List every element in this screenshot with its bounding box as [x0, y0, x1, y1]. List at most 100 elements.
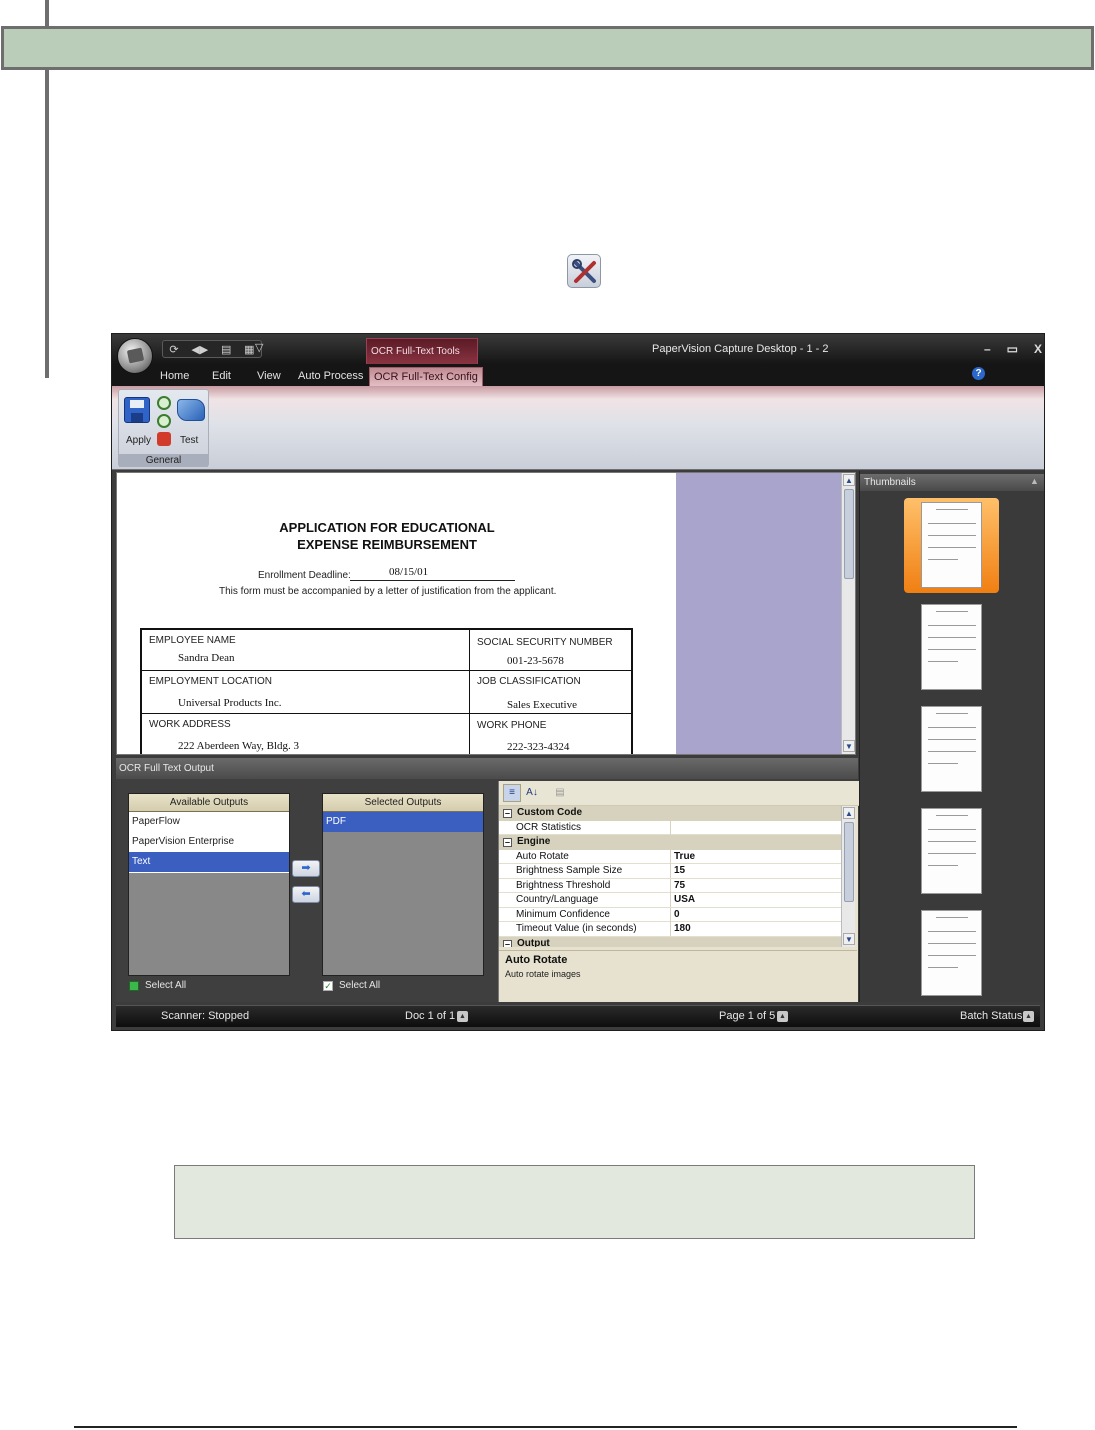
section-header-bar [1, 26, 1094, 70]
arrow-left-icon: ➡ [301, 888, 311, 900]
app-window: ⟳ ◀▶ ▤ ▦ ▽ OCR Full-Text Tools PaperVisi… [111, 333, 1045, 1031]
categorized-view-icon[interactable]: ≡ [503, 784, 521, 802]
thumbnail-page[interactable] [921, 706, 982, 792]
field-value: Sales Executive [507, 699, 577, 711]
zoom-in-icon[interactable] [157, 396, 171, 410]
property-value[interactable]: 0 [674, 909, 680, 920]
property-row[interactable]: Country/Language USA [499, 893, 841, 908]
minimize-icon[interactable]: – [984, 342, 991, 356]
property-key: Brightness Threshold [516, 879, 611, 891]
thumbnail-page[interactable] [921, 604, 982, 690]
property-value[interactable]: USA [674, 894, 695, 905]
property-value[interactable]: 180 [674, 923, 691, 934]
property-value[interactable]: 75 [674, 880, 685, 891]
tab-ocr-full-text-config[interactable]: OCR Full-Text Config [369, 367, 483, 386]
tab-auto-process[interactable]: Auto Process [298, 367, 363, 386]
description-title: Auto Rotate [505, 954, 568, 966]
help-icon[interactable]: ? [972, 367, 985, 380]
property-row[interactable]: Timeout Value (in seconds) 180 [499, 922, 841, 937]
property-grid-scrollbar[interactable]: ▲ ▼ [841, 806, 855, 947]
maximize-icon[interactable]: ▭ [1007, 342, 1018, 356]
ribbon-group-label: General [119, 454, 208, 467]
footer-rule [74, 1426, 1017, 1428]
thumbnail-page[interactable] [921, 502, 982, 588]
scrollbar-thumb[interactable] [844, 822, 854, 902]
field-label: JOB CLASSIFICATION [477, 676, 581, 687]
batch-status-icon[interactable]: ▲ [1023, 1011, 1034, 1022]
panel-collapse-icon[interactable]: ▲ [1030, 476, 1039, 486]
scroll-up-icon[interactable]: ▲ [843, 807, 855, 819]
property-value[interactable]: 15 [674, 865, 685, 876]
refresh-icon[interactable]: ⟳ [169, 343, 178, 356]
available-outputs-list[interactable]: Available Outputs PaperFlow PaperVision … [128, 793, 290, 976]
scrollbar-thumb[interactable] [844, 489, 854, 579]
window-title: PaperVision Capture Desktop - 1 - 2 [652, 343, 829, 355]
deadline-underline [350, 580, 515, 581]
property-row[interactable]: Brightness Threshold 75 [499, 878, 841, 893]
tab-view[interactable]: View [257, 367, 281, 386]
thumbnail-page[interactable] [921, 808, 982, 894]
property-description: Auto Rotate Auto rotate images [499, 950, 857, 1002]
tools-icon [567, 254, 601, 288]
list-item-selected[interactable]: Text [129, 852, 289, 872]
field-value: 222 Aberdeen Way, Bldg. 3 [178, 740, 300, 752]
selected-outputs-list[interactable]: Selected Outputs PDF [322, 793, 484, 976]
qat-dropdown-icon[interactable]: ▽ [255, 341, 263, 354]
page-nav-icon[interactable]: ▲ [777, 1011, 788, 1022]
selected-select-all-checkbox[interactable]: ✓ [323, 981, 333, 991]
scroll-down-icon[interactable]: ▼ [843, 740, 855, 752]
apply-button[interactable]: Apply [126, 435, 151, 446]
tab-edit[interactable]: Edit [212, 367, 231, 386]
doc-nav-icon[interactable]: ▲ [457, 1011, 468, 1022]
field-label: EMPLOYMENT LOCATION [149, 676, 272, 687]
nav-arrows-icon[interactable]: ◀▶ [191, 343, 208, 356]
available-select-all-checkbox[interactable] [129, 981, 139, 991]
save-icon[interactable] [124, 397, 150, 423]
add-output-button[interactable]: ➡ [292, 860, 320, 877]
batch-status[interactable]: Batch Status [960, 1010, 1022, 1022]
scroll-down-icon[interactable]: ▼ [843, 933, 855, 945]
zoom-out-icon[interactable] [157, 414, 171, 428]
scan-icon[interactable]: ▤ [221, 343, 231, 356]
alphabetical-sort-icon[interactable]: A↓ [523, 784, 541, 802]
application-menu-button[interactable] [117, 338, 153, 374]
list-item[interactable]: PaperVision Enterprise [129, 832, 289, 852]
note-box [174, 1165, 975, 1239]
document-scrollbar[interactable]: ▲ ▼ [841, 473, 855, 754]
rotate-icon[interactable] [157, 432, 171, 446]
test-icon[interactable] [177, 399, 205, 421]
property-pages-icon[interactable]: ▤ [551, 784, 569, 802]
field-label: WORK PHONE [477, 720, 547, 731]
tab-home[interactable]: Home [160, 367, 189, 386]
deadline-value: 08/15/01 [389, 566, 429, 578]
close-icon[interactable]: X [1034, 342, 1042, 356]
doc-title-line2: EXPENSE REIMBURSEMENT [297, 537, 477, 552]
window-controls: – ▭ X [984, 339, 1042, 359]
field-label: EMPLOYEE NAME [149, 635, 236, 646]
property-row[interactable]: OCR Statistics [499, 820, 841, 835]
remove-output-button[interactable]: ➡ [292, 886, 320, 903]
selected-outputs-items: PDF [323, 812, 483, 832]
document-viewer[interactable]: APPLICATION FOR EDUCATIONAL EXPENSE REIM… [116, 472, 856, 755]
selected-outputs-header: Selected Outputs [323, 794, 483, 812]
property-value[interactable]: True [674, 851, 695, 862]
document-page: APPLICATION FOR EDUCATIONAL EXPENSE REIM… [117, 473, 676, 754]
list-item[interactable]: PaperFlow [129, 812, 289, 832]
property-key: Brightness Sample Size [516, 865, 623, 876]
ribbon-tabs: Home Edit View Auto Process OCR Full-Tex… [112, 364, 1044, 386]
property-key: Auto Rotate [516, 850, 569, 862]
quick-access-toolbar[interactable]: ⟳ ◀▶ ▤ ▦ [162, 340, 262, 358]
thumbnail-page[interactable] [921, 910, 982, 996]
property-row[interactable]: Auto Rotate True [499, 849, 841, 864]
test-button[interactable]: Test [180, 435, 198, 446]
page-icon[interactable]: ▦ [244, 343, 254, 356]
property-row[interactable]: Brightness Sample Size 15 [499, 864, 841, 879]
list-item-selected[interactable]: PDF [323, 812, 483, 832]
available-select-all-label: Select All [145, 980, 187, 991]
property-key: Minimum Confidence [516, 908, 610, 920]
doc-counter: Doc 1 of 1 [405, 1010, 456, 1022]
property-category: – Output [499, 936, 841, 947]
field-value: Universal Products Inc. [178, 697, 282, 709]
property-row[interactable]: Minimum Confidence 0 [499, 907, 841, 922]
scroll-up-icon[interactable]: ▲ [843, 474, 855, 486]
